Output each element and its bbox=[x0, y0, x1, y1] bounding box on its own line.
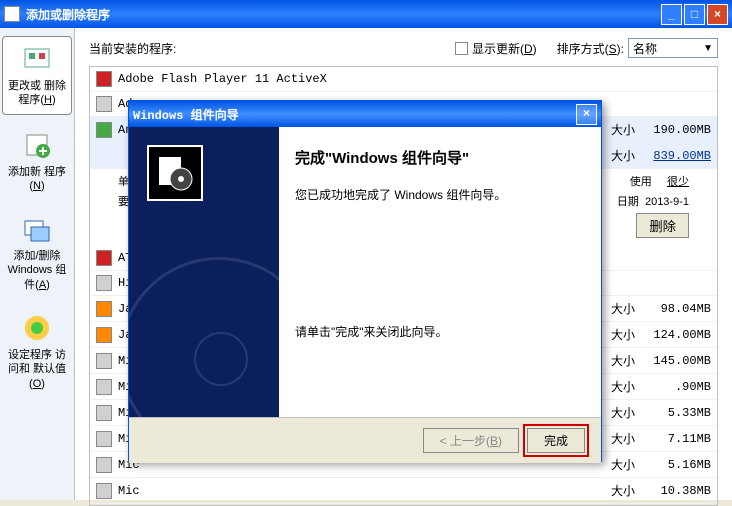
program-name: Adobe Flash Player 11 ActiveX bbox=[118, 72, 711, 86]
sidebar-item-add-new[interactable]: 添加新 程序(N) bbox=[2, 123, 72, 200]
maximize-button[interactable]: □ bbox=[684, 4, 705, 25]
size-label: 大小 bbox=[600, 326, 635, 343]
change-remove-icon bbox=[21, 43, 53, 75]
size-label: 大小 bbox=[600, 300, 635, 317]
show-updates-checkbox[interactable]: 显示更新(D) bbox=[455, 40, 537, 57]
sort-label: 排序方式(S): bbox=[557, 40, 624, 57]
sidebar-label: 设定程序 访问和 默认值(O) bbox=[4, 348, 70, 391]
wizard-heading: 完成"Windows 组件向导" bbox=[295, 147, 585, 168]
app-icon bbox=[4, 6, 20, 22]
wizard-sidebar-image bbox=[129, 127, 279, 417]
wizard-titlebar[interactable]: Windows 组件向导 × bbox=[129, 101, 601, 127]
sidebar: 更改或 删除 程序(H) 添加新 程序(N) 添加/删除 Windows 组件(… bbox=[0, 28, 75, 500]
size-value: 98.04MB bbox=[641, 302, 711, 316]
back-button: < 上一步(B) bbox=[423, 428, 519, 453]
size-label: 大小 bbox=[600, 121, 635, 138]
program-name: Mic bbox=[118, 484, 594, 498]
size-value: 5.16MB bbox=[641, 458, 711, 472]
wizard-title: Windows 组件向导 bbox=[133, 106, 576, 123]
sort-dropdown[interactable]: 名称 ▼ bbox=[628, 38, 718, 58]
sort-control: 排序方式(S): 名称 ▼ bbox=[557, 38, 718, 58]
sort-value: 名称 bbox=[633, 40, 657, 57]
wizard-message: 您已成功地完成了 Windows 组件向导。 bbox=[295, 186, 585, 203]
sidebar-label: 添加/删除 Windows 组件(A) bbox=[4, 249, 70, 292]
program-icon bbox=[96, 353, 112, 369]
size-label: 大小 bbox=[600, 147, 635, 164]
sidebar-label: 更改或 删除 程序(H) bbox=[5, 79, 69, 108]
date-value: 2013-9-1 bbox=[645, 196, 689, 208]
size-value: 10.38MB bbox=[641, 484, 711, 498]
usage-label: 使用 bbox=[630, 176, 652, 188]
header-row: 当前安装的程序: 显示更新(D) 排序方式(S): 名称 ▼ bbox=[89, 38, 718, 58]
minimize-button[interactable]: _ bbox=[661, 4, 682, 25]
size-label: 大小 bbox=[600, 352, 635, 369]
size-value: .90MB bbox=[641, 380, 711, 394]
size-value: 124.00MB bbox=[641, 328, 711, 342]
sidebar-item-change-remove[interactable]: 更改或 删除 程序(H) bbox=[2, 36, 72, 115]
finish-button[interactable]: 完成 bbox=[527, 428, 585, 453]
window-title: 添加或删除程序 bbox=[26, 6, 661, 23]
program-icon bbox=[96, 301, 112, 317]
program-icon bbox=[96, 250, 112, 266]
wizard-content: 完成"Windows 组件向导" 您已成功地完成了 Windows 组件向导。 … bbox=[279, 127, 601, 417]
sidebar-item-defaults[interactable]: 设定程序 访问和 默认值(O) bbox=[2, 306, 72, 397]
size-label: 大小 bbox=[600, 404, 635, 421]
size-value: 5.33MB bbox=[641, 406, 711, 420]
size-value: 145.00MB bbox=[641, 354, 711, 368]
windows-components-icon bbox=[21, 213, 53, 245]
wizard-instruction: 请单击"完成"来关闭此向导。 bbox=[295, 323, 585, 340]
size-label: 大小 bbox=[600, 482, 635, 499]
program-icon bbox=[96, 431, 112, 447]
size-value: 839.00MB bbox=[641, 149, 711, 163]
show-updates-label: 显示更新(D) bbox=[472, 40, 537, 57]
cd-background-icon bbox=[129, 257, 279, 417]
window-controls: _ □ × bbox=[661, 4, 728, 25]
sidebar-label: 添加新 程序(N) bbox=[4, 165, 70, 194]
program-row[interactable]: Mic 大小 10.38MB bbox=[90, 478, 717, 504]
program-icon bbox=[96, 96, 112, 112]
program-icon bbox=[96, 327, 112, 343]
program-icon bbox=[96, 405, 112, 421]
date-label: 日期 bbox=[617, 196, 639, 208]
wizard-close-button[interactable]: × bbox=[576, 104, 597, 125]
size-value: 190.00MB bbox=[641, 123, 711, 137]
size-value: 7.11MB bbox=[641, 432, 711, 446]
program-icon bbox=[96, 275, 112, 291]
wizard-body: 完成"Windows 组件向导" 您已成功地完成了 Windows 组件向导。 … bbox=[129, 127, 601, 417]
checkbox-icon bbox=[455, 42, 468, 55]
size-label: 大小 bbox=[600, 430, 635, 447]
program-row[interactable]: Adobe Flash Player 11 ActiveX bbox=[90, 67, 717, 92]
usage-value: 很少 bbox=[667, 176, 689, 188]
wizard-dialog: Windows 组件向导 × 完成"Windows 组件向导" 您已成功地完成了… bbox=[128, 100, 602, 462]
remove-button[interactable]: 删除 bbox=[636, 213, 689, 238]
program-icon bbox=[96, 483, 112, 499]
program-icon bbox=[96, 122, 112, 138]
size-label: 大小 bbox=[600, 456, 635, 473]
program-icon bbox=[96, 457, 112, 473]
size-label: 大小 bbox=[600, 378, 635, 395]
chevron-down-icon: ▼ bbox=[703, 43, 713, 54]
close-button[interactable]: × bbox=[707, 4, 728, 25]
main-titlebar: 添加或删除程序 _ □ × bbox=[0, 0, 732, 28]
wizard-footer: < 上一步(B) 完成 bbox=[129, 417, 601, 463]
defaults-icon bbox=[21, 312, 53, 344]
cd-box-icon bbox=[147, 145, 203, 201]
sidebar-item-windows-components[interactable]: 添加/删除 Windows 组件(A) bbox=[2, 207, 72, 298]
current-programs-label: 当前安装的程序: bbox=[89, 40, 435, 57]
program-icon bbox=[96, 71, 112, 87]
program-icon bbox=[96, 379, 112, 395]
add-new-icon bbox=[21, 129, 53, 161]
